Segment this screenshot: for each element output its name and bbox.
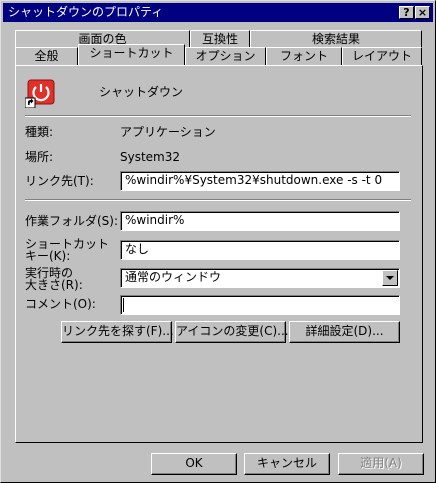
tab-shortcut[interactable]: ショートカット <box>78 44 185 65</box>
close-button[interactable]: × <box>415 6 430 19</box>
run-size-value: 通常のウィンドウ <box>125 270 222 284</box>
shortcut-panel: シャットダウン 種類: アプリケーション 場所: System32 リンク先(T… <box>15 65 423 443</box>
type-label: 種類: <box>25 125 54 139</box>
tab-search-results[interactable]: 検索結果 <box>250 30 422 48</box>
window-title: シャットダウンのプロパティ <box>8 5 164 19</box>
apply-button[interactable]: 適用(A) <box>338 453 424 475</box>
target-label: リンク先(T): <box>25 174 94 188</box>
separator-top <box>25 115 411 117</box>
advanced-button[interactable]: 詳細設定(D)... <box>289 321 400 343</box>
tab-general[interactable]: 全般 <box>15 47 78 65</box>
workdir-label: 作業フォルダ(S): <box>25 214 119 228</box>
find-target-button[interactable]: リンク先を探す(F)... <box>61 321 174 343</box>
chevron-down-icon[interactable] <box>382 270 398 286</box>
hotkey-input[interactable]: なし <box>120 240 400 260</box>
comment-input[interactable] <box>120 295 400 315</box>
comment-label: コメント(O): <box>25 297 96 311</box>
workdir-input[interactable]: %windir% <box>120 211 400 231</box>
power-icon <box>24 76 57 109</box>
text-caret <box>123 298 124 312</box>
cancel-button[interactable]: キャンセル <box>244 453 330 475</box>
target-input[interactable]: %windir%¥System32¥shutdown.exe -s -t 0 <box>120 171 400 191</box>
tab-options[interactable]: オプション <box>185 47 266 65</box>
run-label-line2: 大きさ(R): <box>25 278 83 292</box>
ok-button[interactable]: OK <box>151 453 237 475</box>
tab-compatibility[interactable]: 互換性 <box>190 30 250 48</box>
hotkey-label-line2: キー(K): <box>25 249 71 263</box>
help-button[interactable]: ? <box>399 6 414 19</box>
tab-font[interactable]: フォント <box>266 47 342 65</box>
run-size-select[interactable]: 通常のウィンドウ <box>120 268 400 288</box>
properties-window: シャットダウンのプロパティ ? × 画面の色 互換性 検索結果 全般 ショートカ… <box>0 0 436 483</box>
shortcut-name: シャットダウン <box>99 85 184 99</box>
separator-middle <box>25 199 411 201</box>
location-value: System32 <box>120 150 181 164</box>
type-value: アプリケーション <box>120 125 216 139</box>
tab-layout[interactable]: レイアウト <box>342 47 422 65</box>
change-icon-button[interactable]: アイコンの変更(C)... <box>175 321 289 343</box>
title-bar[interactable]: シャットダウンのプロパティ ? × <box>3 3 433 22</box>
location-label: 場所: <box>25 150 54 164</box>
